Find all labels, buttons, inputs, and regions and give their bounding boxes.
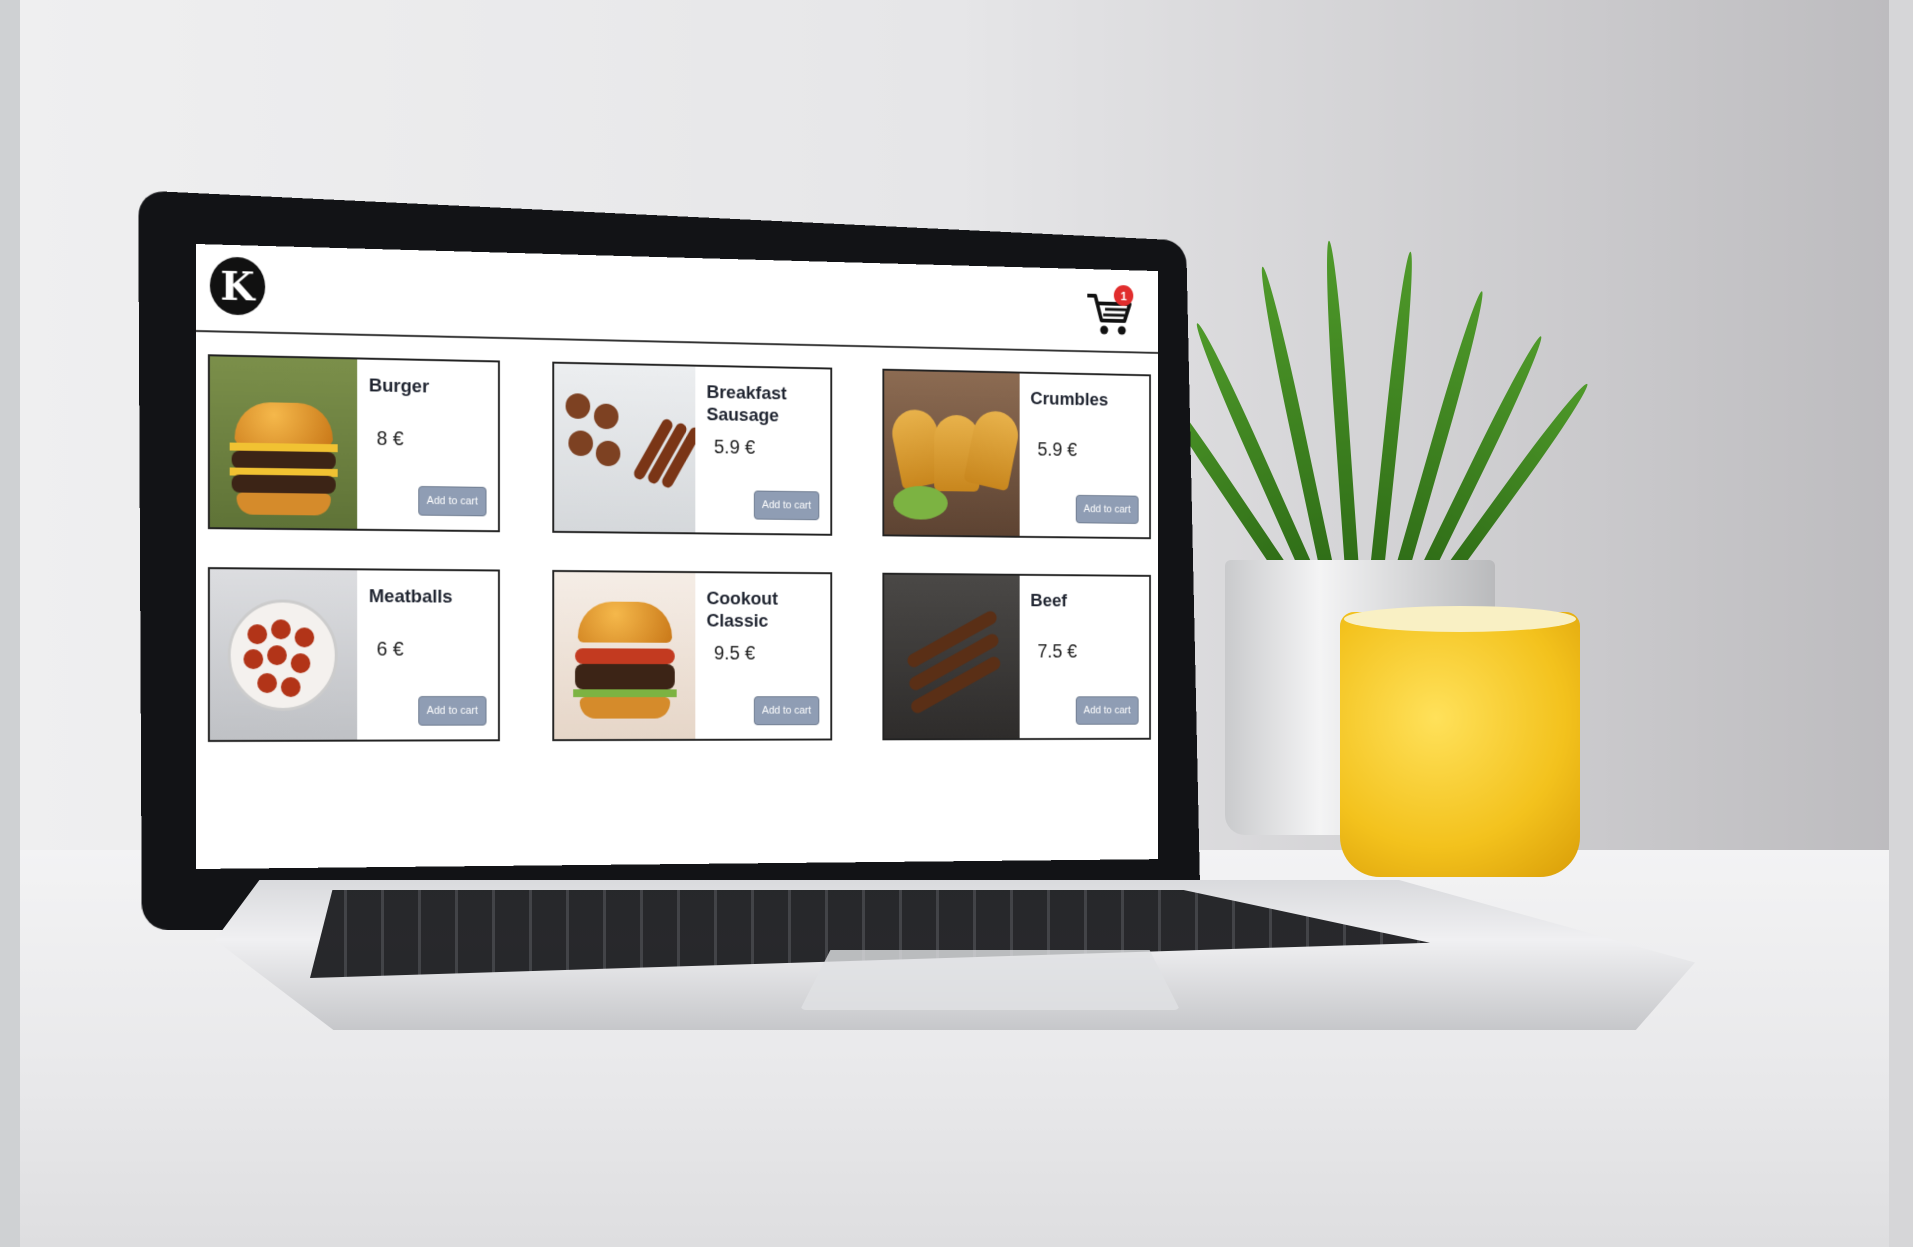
- photo-frame-edge: [0, 0, 20, 1247]
- product-info: Beef 7.5 € Add to cart: [1020, 576, 1150, 738]
- burger-image: [209, 356, 358, 529]
- add-to-cart-button[interactable]: Add to cart: [1075, 494, 1139, 524]
- add-to-cart-button[interactable]: Add to cart: [418, 485, 487, 517]
- meatballs-image: [209, 569, 358, 740]
- product-info: Crumbles 5.9 € Add to cart: [1020, 374, 1150, 538]
- product-name: Beef: [1030, 591, 1068, 612]
- product-card-burger: Burger 8 € Add to cart: [207, 354, 500, 533]
- burger-image: [554, 571, 696, 740]
- product-name: Meatballs: [368, 586, 453, 608]
- product-name: Burger: [368, 375, 430, 398]
- add-to-cart-button[interactable]: Add to cart: [753, 696, 820, 726]
- product-name: Cookout Classic: [706, 588, 778, 632]
- product-info: Cookout Classic 9.5 € Add to cart: [695, 573, 830, 739]
- sausage-image: [554, 363, 696, 533]
- logo-text: K: [220, 262, 255, 310]
- product-grid: Burger 8 € Add to cart Breakfast Sausage…: [207, 354, 1151, 774]
- product-info: Breakfast Sausage 5.9 € Add to cart: [695, 367, 830, 534]
- product-price: 5.9 €: [713, 436, 756, 459]
- cup-rim: [1344, 606, 1576, 632]
- product-price: 5.9 €: [1037, 439, 1078, 461]
- yellow-cup: [1340, 612, 1580, 877]
- photo-frame-edge-right: [1889, 0, 1913, 1247]
- product-price: 7.5 €: [1037, 641, 1078, 663]
- cart-count-badge: 1: [1113, 284, 1134, 307]
- add-to-cart-button[interactable]: Add to cart: [1075, 696, 1139, 725]
- product-price: 9.5 €: [713, 642, 756, 664]
- product-name: Breakfast Sausage: [706, 382, 787, 427]
- laptop-screen: K 1 Burger 8 € Add to cart Breakfast Sau…: [196, 244, 1158, 869]
- laptop-trackpad: [800, 950, 1180, 1010]
- product-info: Burger 8 € Add to cart: [357, 359, 498, 530]
- product-card-cookout-classic: Cookout Classic 9.5 € Add to cart: [552, 569, 833, 742]
- product-info: Meatballs 6 € Add to cart: [357, 570, 498, 739]
- product-price: 8 €: [376, 427, 404, 451]
- product-card-beef: Beef 7.5 € Add to cart: [882, 572, 1151, 741]
- brand-logo[interactable]: K: [209, 256, 266, 316]
- add-to-cart-button[interactable]: Add to cart: [753, 490, 820, 521]
- product-price: 6 €: [376, 638, 404, 661]
- kebab-image: [884, 574, 1020, 739]
- product-card-crumbles: Crumbles 5.9 € Add to cart: [882, 368, 1151, 540]
- product-name: Crumbles: [1030, 388, 1109, 411]
- product-card-meatballs: Meatballs 6 € Add to cart: [207, 567, 500, 742]
- product-card-breakfast-sausage: Breakfast Sausage 5.9 € Add to cart: [552, 361, 833, 536]
- cart-button[interactable]: 1: [1086, 284, 1134, 338]
- tacos-image: [884, 370, 1020, 536]
- add-to-cart-button[interactable]: Add to cart: [418, 696, 487, 726]
